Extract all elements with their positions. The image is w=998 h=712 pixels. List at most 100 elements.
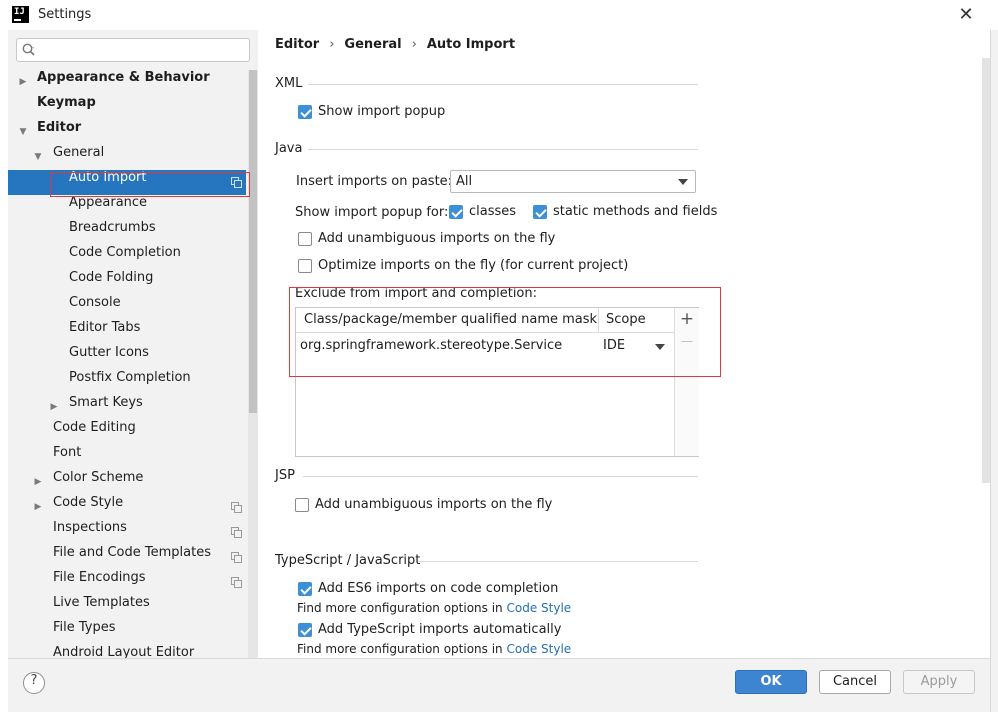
checkbox-box[interactable] (298, 259, 312, 273)
sidebar-item-smart-keys[interactable]: ▶ Smart Keys (8, 395, 246, 420)
show-popup-for-label: Show import popup for: (295, 205, 449, 220)
sidebar-item-android-layout-editor[interactable]: Android Layout Editor (8, 645, 246, 658)
checkbox-label: Add TypeScript imports automatically (318, 622, 562, 637)
checkbox-box[interactable] (298, 582, 312, 596)
breadcrumb-separator: › (329, 37, 335, 52)
code-style-link[interactable]: Code Style (507, 642, 572, 656)
content-scrollbar-thumb[interactable] (982, 58, 990, 483)
section-divider (418, 561, 698, 562)
remove-icon[interactable]: — (675, 334, 699, 358)
checkbox-label: Show import popup (318, 104, 446, 119)
add-icon[interactable]: + (675, 309, 699, 333)
sidebar-item-keymap[interactable]: Keymap (8, 95, 246, 120)
apply-button[interactable]: Apply (903, 670, 975, 694)
exclude-label: Exclude from import and completion: (295, 286, 537, 301)
row-scope-cell[interactable]: IDE (603, 338, 625, 353)
sidebar-item-file-types[interactable]: File Types (8, 620, 246, 645)
sidebar-item-gutter-icons[interactable]: Gutter Icons (8, 345, 246, 370)
column-divider (598, 308, 599, 333)
expand-arrow-icon[interactable]: ▼ (18, 120, 28, 145)
column-header-mask[interactable]: Class/package/member qualified name mask (304, 312, 597, 327)
settings-sidebar: ▶ Appearance & Behavior Keymap ▼ Editor ▼ Gene… (8, 30, 258, 658)
sidebar-item-postfix-completion[interactable]: Postfix Completion (8, 370, 246, 395)
sidebar-item-console[interactable]: Console (8, 295, 246, 320)
ok-button[interactable]: OK (735, 670, 807, 694)
expand-arrow-icon[interactable]: ▼ (33, 145, 43, 170)
sidebar-item-label: General (53, 145, 105, 160)
project-scope-icon (231, 527, 242, 538)
breadcrumb-separator: › (411, 37, 417, 52)
exclude-table: Class/package/member qualified name mask… (295, 307, 699, 457)
hint-text: Find more configuration options in (297, 642, 503, 656)
chevron-down-icon (678, 179, 688, 185)
section-divider (308, 84, 698, 85)
project-scope-icon (231, 177, 242, 188)
checkbox-label: classes (469, 204, 517, 219)
sidebar-item-label: Code Style (53, 495, 124, 510)
sidebar-item-label: Font (53, 445, 82, 460)
sidebar-item-live-templates[interactable]: Live Templates (8, 595, 246, 620)
checkbox-box[interactable] (295, 498, 309, 512)
sidebar-item-file-and-code-templates[interactable]: File and Code Templates (8, 545, 246, 570)
find-more-hint: Find more configuration options in Code … (297, 601, 571, 615)
collapse-arrow-icon[interactable]: ▶ (33, 470, 43, 495)
collapse-arrow-icon[interactable]: ▶ (33, 495, 43, 520)
find-more-hint: Find more configuration options in Code … (297, 642, 571, 656)
settings-tree: ▶ Appearance & Behavior Keymap ▼ Editor ▼ Gene… (8, 70, 246, 658)
sidebar-item-file-encodings[interactable]: File Encodings (8, 570, 246, 595)
insert-imports-value: All (456, 174, 473, 189)
breadcrumb-editor: Editor (275, 37, 320, 52)
sidebar-item-code-folding[interactable]: Code Folding (8, 270, 246, 295)
sidebar-item-code-completion[interactable]: Code Completion (8, 245, 246, 270)
settings-search-input[interactable] (16, 38, 250, 62)
row-mask-cell[interactable]: org.springframework.stereotype.Service (300, 338, 562, 353)
sidebar-item-label: Editor Tabs (69, 320, 141, 335)
project-scope-icon (231, 502, 242, 513)
column-header-scope[interactable]: Scope (606, 312, 646, 327)
sidebar-item-general[interactable]: ▼ General (8, 145, 246, 170)
checkbox-box[interactable] (298, 232, 312, 246)
section-title-typescript: TypeScript / JavaScript (275, 553, 421, 568)
sidebar-item-label: Console (69, 295, 121, 310)
insert-imports-label: Insert imports on paste: (296, 174, 453, 189)
search-icon (22, 43, 35, 56)
sidebar-item-editor-tabs[interactable]: Editor Tabs (8, 320, 246, 345)
collapse-arrow-icon[interactable]: ▶ (18, 70, 28, 95)
table-row[interactable]: org.springframework.stereotype.Service I… (296, 334, 674, 359)
sidebar-item-appearance-behavior[interactable]: ▶ Appearance & Behavior (8, 70, 246, 95)
sidebar-item-font[interactable]: Font (8, 445, 246, 470)
sidebar-item-code-editing[interactable]: Code Editing (8, 420, 246, 445)
sidebar-item-editor[interactable]: ▼ Editor (8, 120, 246, 145)
help-icon[interactable]: ? (23, 672, 45, 694)
insert-imports-dropdown[interactable]: All (450, 170, 696, 193)
checkbox-box[interactable] (449, 205, 463, 219)
collapse-arrow-icon[interactable]: ▶ (49, 395, 59, 420)
sidebar-item-color-scheme[interactable]: ▶ Color Scheme (8, 470, 246, 495)
sidebar-item-auto-import[interactable]: Auto Import (8, 170, 246, 195)
sidebar-item-label: Live Templates (53, 595, 150, 610)
sidebar-item-label: Code Folding (69, 270, 154, 285)
sidebar-item-label: Editor (37, 120, 82, 135)
dialog-footer: ? OK Cancel Apply (8, 658, 990, 712)
settings-content: Editor › General › Auto Import XML Show impo… (258, 30, 982, 658)
checkbox-box[interactable] (298, 623, 312, 637)
checkbox-box[interactable] (533, 205, 547, 219)
sidebar-item-label: Code Editing (53, 420, 136, 435)
sidebar-item-label: Code Completion (69, 245, 181, 260)
section-title-jsp: JSP (275, 468, 295, 483)
breadcrumb-general: General (344, 37, 402, 52)
sidebar-item-label: Postfix Completion (69, 370, 191, 385)
close-icon[interactable]: ✕ (952, 3, 980, 27)
sidebar-item-label: Appearance (69, 195, 148, 210)
sidebar-item-inspections[interactable]: Inspections (8, 520, 246, 545)
sidebar-item-appearance[interactable]: Appearance (8, 195, 246, 220)
checkbox-box[interactable] (298, 105, 312, 119)
sidebar-scrollbar-thumb[interactable] (249, 70, 257, 413)
table-toolbar: + — (674, 308, 699, 456)
checkbox-label: static methods and fields (553, 204, 718, 219)
chevron-down-icon[interactable] (655, 344, 665, 350)
sidebar-item-code-style[interactable]: ▶ Code Style (8, 495, 246, 520)
code-style-link[interactable]: Code Style (507, 601, 572, 615)
cancel-button[interactable]: Cancel (819, 670, 891, 694)
sidebar-item-breadcrumbs[interactable]: Breadcrumbs (8, 220, 246, 245)
